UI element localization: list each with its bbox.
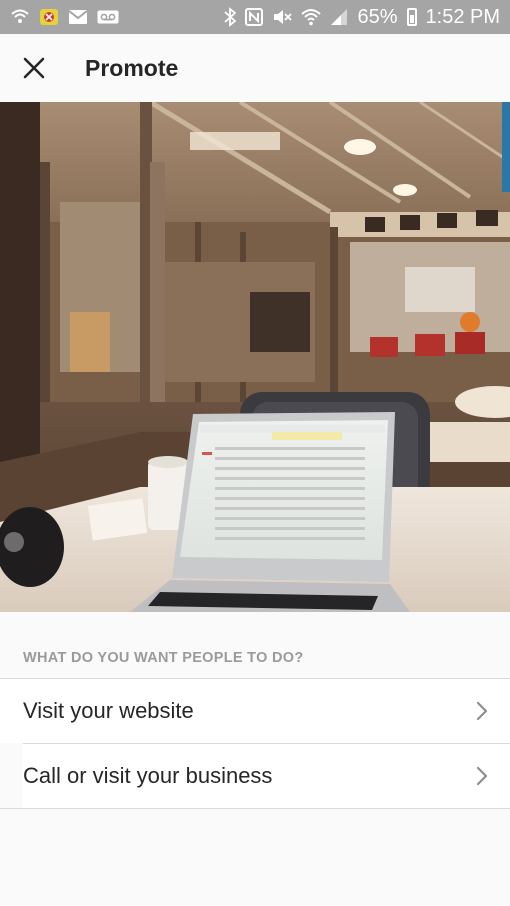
close-icon: [23, 57, 45, 79]
chevron-right-icon: [476, 766, 488, 786]
voicemail-icon: [97, 10, 119, 24]
nfc-icon: [245, 8, 264, 26]
wifi-icon: [301, 8, 322, 26]
clock: 1:52 PM: [425, 5, 500, 28]
signal-icon: [330, 8, 348, 26]
wifi-calling-icon: [10, 8, 30, 26]
gmail-icon: [68, 9, 88, 25]
app-bar: Promote: [0, 34, 510, 102]
office-laptop-image: [0, 102, 510, 612]
app-notification-icon: [39, 7, 59, 27]
battery-icon: [406, 8, 417, 26]
option-visit-website[interactable]: Visit your website: [0, 678, 510, 743]
close-button[interactable]: [0, 34, 68, 102]
option-call-or-visit-business[interactable]: Call or visit your business: [23, 743, 510, 808]
section-header: WHAT DO YOU WANT PEOPLE TO DO?: [23, 650, 304, 666]
promoted-photo: [0, 102, 510, 612]
battery-percent: 65%: [357, 5, 398, 28]
status-right-icons: 65% 1:52 PM: [224, 6, 500, 29]
bluetooth-icon: [224, 7, 237, 27]
cta-section: WHAT DO YOU WANT PEOPLE TO DO? Visit you…: [0, 612, 510, 906]
option-label: Call or visit your business: [23, 763, 273, 788]
page-title: Promote: [85, 54, 179, 81]
option-label: Visit your website: [23, 698, 194, 723]
status-left-icons: [10, 7, 119, 27]
mute-icon: [272, 8, 293, 26]
chevron-right-icon: [476, 701, 488, 721]
cta-options-list: Visit your website Call or visit your bu…: [0, 678, 510, 809]
status-bar: 65% 1:52 PM: [0, 0, 510, 34]
